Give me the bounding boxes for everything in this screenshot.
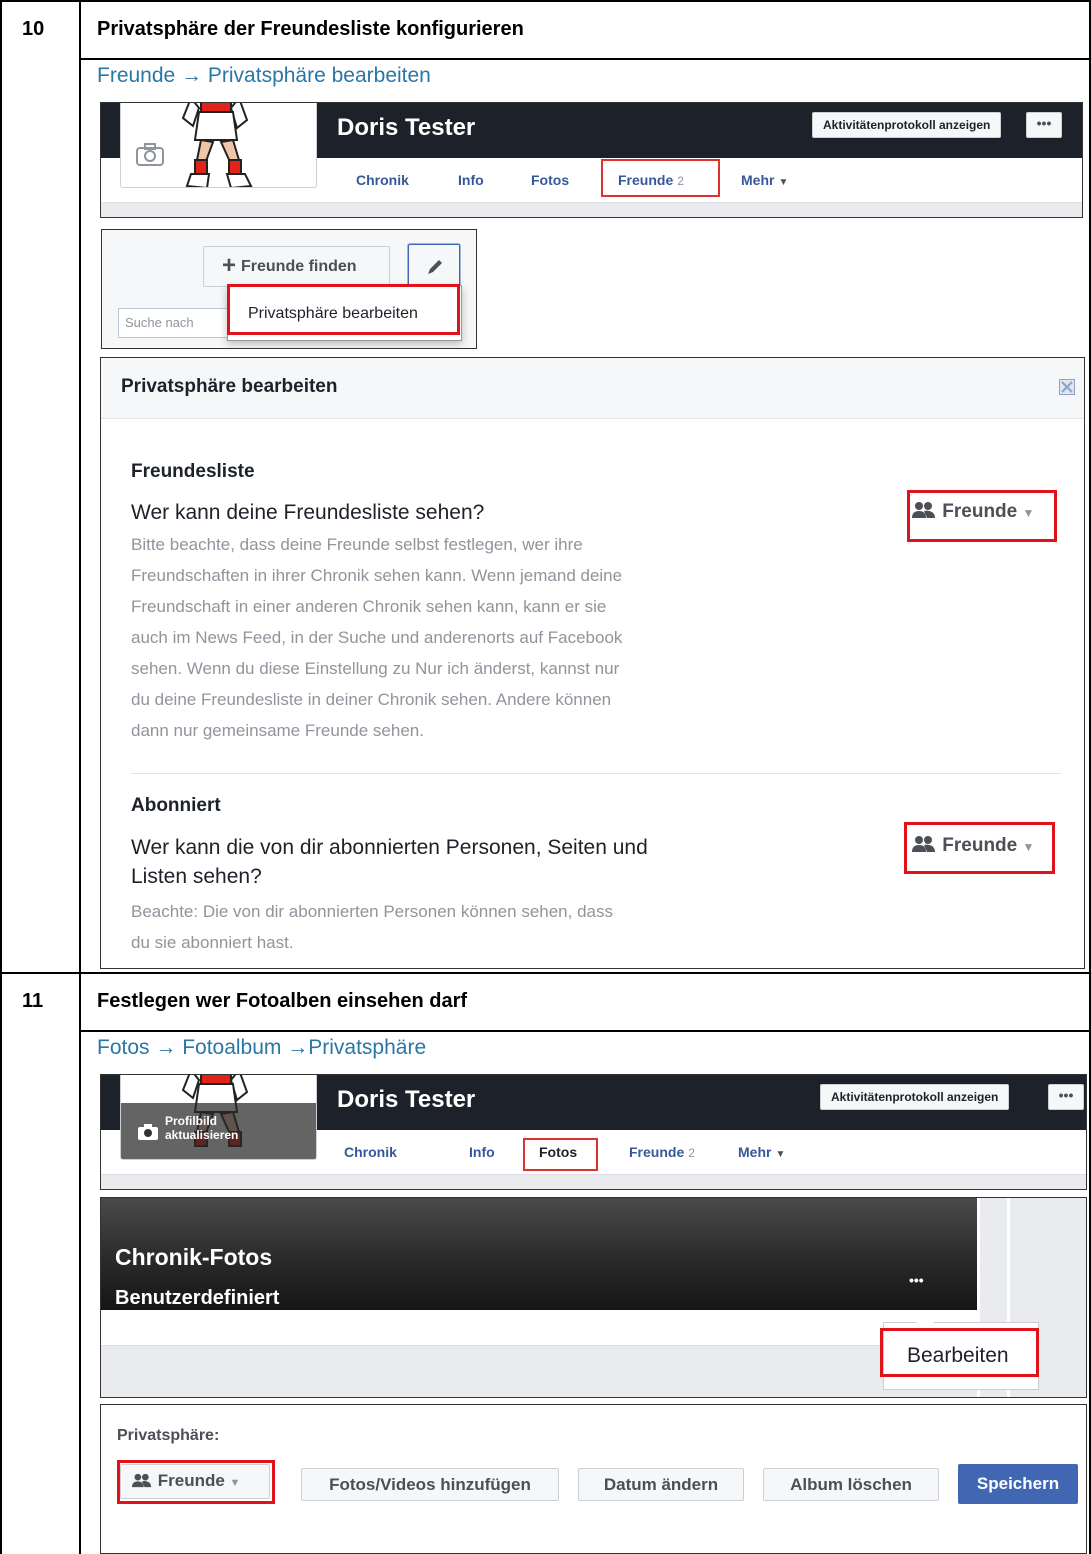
chevron-down-icon: ▼ <box>775 1149 786 1160</box>
highlight-box <box>117 1460 275 1504</box>
description-line: auch im News Feed, in der Suche und ande… <box>131 628 623 647</box>
description-line: Freundschaft in einer anderen Chronik se… <box>131 597 607 616</box>
dialog-title: Privatsphäre bearbeiten <box>121 376 338 397</box>
table-left-border <box>0 0 2 1554</box>
find-friends-button[interactable]: + Freunde finden <box>203 246 390 287</box>
tab-info[interactable]: Info <box>469 1130 495 1175</box>
activity-log-button[interactable]: Aktivitätenprotokoll anzeigen <box>820 1084 1010 1110</box>
description-line: Bitte beachte, dass deine Freunde selbst… <box>131 535 583 554</box>
album-title: Chronik-Fotos <box>115 1244 273 1270</box>
active-tab-pointer <box>652 211 666 217</box>
privacy-label: Privatsphäre: <box>117 1427 220 1444</box>
camera-icon <box>138 1124 158 1140</box>
update-photo-overlay[interactable]: Profilbild aktualisieren <box>121 1103 316 1159</box>
tab-mehr-label: Mehr <box>741 172 775 188</box>
section-description: Beachte: Die von dir abonnierten Persone… <box>131 896 771 958</box>
description-line: sehen. Wenn du diese Einstellung zu Nur … <box>131 659 620 678</box>
tab-mehr-label: Mehr <box>738 1144 772 1160</box>
highlight-box <box>601 159 720 197</box>
profile-picture[interactable]: Profilbild aktualisieren <box>120 1075 317 1160</box>
save-button[interactable]: Speichern <box>958 1464 1078 1504</box>
question-line: Listen sehen? <box>131 865 262 888</box>
tab-mehr[interactable]: Mehr ▼ <box>741 158 788 203</box>
album-options-icon[interactable]: ••• <box>909 1272 924 1288</box>
close-icon[interactable] <box>1059 379 1075 395</box>
album-subtitle: Benutzerdefiniert <box>115 1287 280 1309</box>
step-number: 10 <box>22 18 45 40</box>
description-line: dann nur gemeinsame Freunde sehen. <box>131 721 424 740</box>
update-photo-label: Profilbild aktualisieren <box>165 1114 238 1142</box>
find-friends-label: Freunde finden <box>241 258 357 275</box>
description-line: Freundschaften in ihrer Chronik sehen ka… <box>131 566 623 585</box>
edit-privacy-dialog: Privatsphäre bearbeiten Freundesliste We… <box>100 357 1085 969</box>
album-toolbar <box>101 1310 977 1346</box>
tab-freunde[interactable]: Freunde 2 <box>629 1130 695 1175</box>
section-heading: Freundesliste <box>131 461 255 482</box>
more-options-button[interactable]: ••• <box>1026 112 1062 138</box>
description-line: du deine Freundesliste in deiner Chronik… <box>131 690 612 709</box>
active-tab-pointer <box>554 1183 568 1189</box>
row-10-header-divider <box>80 58 1091 60</box>
description-line: du sie abonniert hast. <box>131 933 294 952</box>
section-heading: Abonniert <box>131 795 221 816</box>
activity-log-button[interactable]: Aktivitätenprotokoll anzeigen <box>812 112 1002 138</box>
album-header: Chronik-Fotos Benutzerdefiniert ••• Bear… <box>100 1197 1087 1398</box>
table-top-border <box>0 0 1091 2</box>
profile-picture[interactable] <box>120 103 317 188</box>
question-line: Wer kann die von dir abonnierten Persone… <box>131 836 648 859</box>
profile-header: Profilbild aktualisieren Doris Tester Ak… <box>100 1074 1087 1190</box>
plus-icon: + <box>222 252 237 279</box>
table-column-divider <box>79 0 81 1554</box>
highlight-box <box>880 1328 1039 1377</box>
add-photos-button[interactable]: Fotos/Videos hinzufügen <box>301 1468 559 1501</box>
row-11-header-divider <box>80 1030 1091 1032</box>
step-title: Festlegen wer Fotoalben einsehen darf <box>97 990 468 1012</box>
step-title: Privatsphäre der Freundesliste konfiguri… <box>97 18 524 40</box>
more-options-button[interactable]: ••• <box>1048 1084 1084 1110</box>
step-number: 11 <box>22 990 44 1012</box>
tab-info[interactable]: Info <box>458 158 484 203</box>
camera-icon <box>136 143 164 166</box>
tab-fotos[interactable]: Fotos <box>531 158 569 203</box>
instruction-table: 10 Privatsphäre der Freundesliste konfig… <box>0 0 1091 1554</box>
section-divider <box>131 773 1061 774</box>
tab-freunde-label: Freunde <box>629 1144 685 1160</box>
pencil-icon <box>428 260 442 274</box>
menu-pointer <box>916 1314 934 1323</box>
update-photo-line: Profilbild <box>165 1114 217 1128</box>
highlight-box <box>907 490 1057 542</box>
section-question: Wer kann deine Freundesliste sehen? <box>131 501 485 524</box>
chevron-down-icon: ▼ <box>778 177 789 188</box>
profile-name: Doris Tester <box>337 1086 476 1113</box>
description-line: Beachte: Die von dir abonnierten Persone… <box>131 902 613 921</box>
section-question: Wer kann die von dir abonnierten Persone… <box>131 833 811 891</box>
navigation-path: Fotos → Fotoalbum →Privatsphäre <box>97 1036 427 1059</box>
navigation-path: Freunde → Privatsphäre bearbeiten <box>97 64 431 87</box>
friends-toolbar: + Freunde finden Suche nach Privatsphäre… <box>101 229 477 349</box>
delete-album-button[interactable]: Album löschen <box>763 1468 939 1501</box>
section-description: Bitte beachte, dass deine Freunde selbst… <box>131 529 771 746</box>
profile-name: Doris Tester <box>337 114 476 141</box>
tab-chronik[interactable]: Chronik <box>344 1130 397 1175</box>
row-divider <box>0 972 1091 974</box>
highlight-box <box>904 822 1055 874</box>
update-photo-line: aktualisieren <box>165 1128 239 1142</box>
tab-chronik[interactable]: Chronik <box>356 158 409 203</box>
profile-header: Doris Tester Aktivitätenprotokoll anzeig… <box>100 102 1083 218</box>
friend-count: 2 <box>688 1146 695 1160</box>
tab-mehr[interactable]: Mehr ▼ <box>738 1130 785 1175</box>
highlight-box <box>523 1138 598 1171</box>
change-date-button[interactable]: Datum ändern <box>578 1468 744 1501</box>
highlight-box <box>227 284 460 335</box>
album-edit-bar: Privatsphäre: Freunde ▼ Fotos/Videos hin… <box>100 1404 1087 1554</box>
